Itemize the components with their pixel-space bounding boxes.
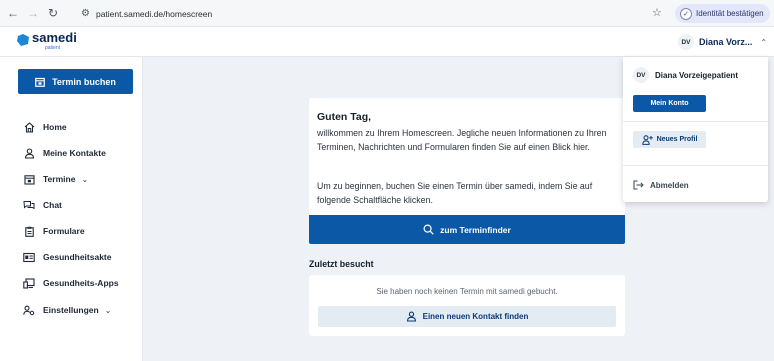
- person-icon: [23, 147, 35, 159]
- forward-arrow-icon[interactable]: →: [24, 4, 42, 22]
- chevron-down-icon: ⌄: [104, 305, 112, 315]
- address-bar[interactable]: ⚙ patient.samedi.de/homescreen: [75, 4, 690, 23]
- sidebar-item-appointments[interactable]: Termine ⌄: [23, 171, 88, 187]
- sidebar-item-label: Chat: [43, 200, 62, 210]
- verify-identity-button[interactable]: ✓ Identität bestätigen: [675, 4, 770, 23]
- sidebar-item-label: Einstellungen: [43, 305, 99, 315]
- appointment-finder-label: zum Terminfinder: [440, 224, 511, 235]
- find-contact-label: Einen neuen Kontakt finden: [422, 312, 529, 321]
- home-icon: [23, 121, 35, 133]
- sidebar-item-forms[interactable]: Formulare: [23, 223, 85, 239]
- logo-subtitle: patient: [45, 45, 61, 51]
- logout-label: Abmelden: [650, 180, 689, 190]
- sidebar-item-label: Termine: [43, 174, 76, 184]
- logout-button[interactable]: Abmelden: [633, 180, 689, 190]
- user-menu-button[interactable]: DV Diana Vorz... ⌃: [670, 29, 770, 55]
- clipboard-icon: [23, 225, 35, 237]
- logo-mark-icon: [17, 34, 29, 46]
- recent-card: Sie haben noch keinen Termin mit samedi …: [309, 275, 625, 336]
- app-header: samedi patient DV Diana Vorz... ⌃: [0, 27, 774, 57]
- logo-text: samedi: [32, 30, 77, 45]
- divider: [623, 165, 768, 166]
- back-arrow-icon[interactable]: ←: [4, 4, 22, 22]
- divider: [623, 121, 768, 122]
- sidebar-item-label: Home: [43, 122, 67, 132]
- sidebar-item-label: Gesundheitsakte: [43, 252, 112, 262]
- browser-toolbar: ← → ↻ ⚙ patient.samedi.de/homescreen ☆ ✓…: [0, 0, 774, 27]
- verify-identity-label: Identität bestätigen: [696, 9, 764, 18]
- appointment-finder-button[interactable]: zum Terminfinder: [309, 215, 625, 244]
- user-full-name: Diana Vorzeigepatient: [655, 70, 738, 80]
- site-settings-icon[interactable]: ⚙: [81, 8, 90, 19]
- chevron-down-icon: ⌄: [81, 174, 89, 184]
- new-profile-button[interactable]: Neues Profil: [633, 131, 706, 148]
- search-icon: [423, 224, 434, 235]
- sidebar-item-contacts[interactable]: Meine Kontakte: [23, 145, 106, 161]
- my-account-button[interactable]: Mein Konto: [633, 95, 706, 112]
- sidebar-item-label: Meine Kontakte: [43, 148, 106, 158]
- welcome-instruction-text: Um zu beginnen, buchen Sie einen Termin …: [317, 181, 593, 205]
- identity-icon: ✓: [680, 7, 692, 20]
- sidebar: Termin buchen Home Meine Kontakte Termin…: [0, 57, 143, 361]
- welcome-intro-text: willkommen zu Ihrem Homescreen. Jegliche…: [317, 128, 607, 152]
- calendar-icon: [35, 77, 45, 87]
- sidebar-item-label: Gesundheits-Apps: [43, 278, 119, 288]
- sidebar-item-health-apps[interactable]: Gesundheits-Apps: [23, 275, 119, 291]
- recent-empty-text: Sie haben noch keinen Termin mit samedi …: [376, 287, 558, 296]
- person-icon: [406, 311, 416, 322]
- sidebar-item-label: Formulare: [43, 226, 85, 236]
- user-dropdown-menu: DV Diana Vorzeigepatient Mein Konto Neue…: [623, 57, 768, 202]
- recent-section-title: Zuletzt besucht: [309, 259, 374, 269]
- avatar: DV: [678, 34, 694, 50]
- user-name: Diana Vorz...: [699, 37, 753, 47]
- user-settings-icon: [23, 304, 35, 316]
- devices-icon: [23, 277, 35, 289]
- book-appointment-label: Termin buchen: [52, 76, 116, 87]
- reload-icon[interactable]: ↻: [44, 4, 62, 22]
- calendar-icon: [23, 173, 35, 185]
- sidebar-item-health-record[interactable]: Gesundheitsakte: [23, 249, 112, 265]
- welcome-card: Guten Tag, willkommen zu Ihrem Homescree…: [309, 98, 625, 215]
- chevron-up-icon: ⌃: [760, 37, 768, 47]
- book-appointment-button[interactable]: Termin buchen: [18, 69, 133, 94]
- sidebar-item-chat[interactable]: Chat: [23, 197, 62, 213]
- new-profile-label: Neues Profil: [656, 136, 698, 143]
- id-card-icon: [23, 251, 35, 263]
- sidebar-item-home[interactable]: Home: [23, 119, 67, 135]
- logout-icon: [633, 180, 644, 190]
- bookmark-star-icon[interactable]: ☆: [652, 6, 662, 19]
- samedi-logo[interactable]: samedi: [17, 31, 77, 46]
- url-text: patient.samedi.de/homescreen: [95, 8, 213, 19]
- greeting-heading: Guten Tag,: [317, 111, 372, 123]
- chat-icon: [23, 199, 35, 211]
- find-contact-button[interactable]: Einen neuen Kontakt finden: [318, 306, 616, 327]
- avatar: DV: [633, 67, 649, 83]
- dropdown-user-header: DV Diana Vorzeigepatient: [633, 67, 738, 83]
- sidebar-item-settings[interactable]: Einstellungen ⌄: [23, 302, 111, 318]
- add-user-icon: [641, 134, 653, 145]
